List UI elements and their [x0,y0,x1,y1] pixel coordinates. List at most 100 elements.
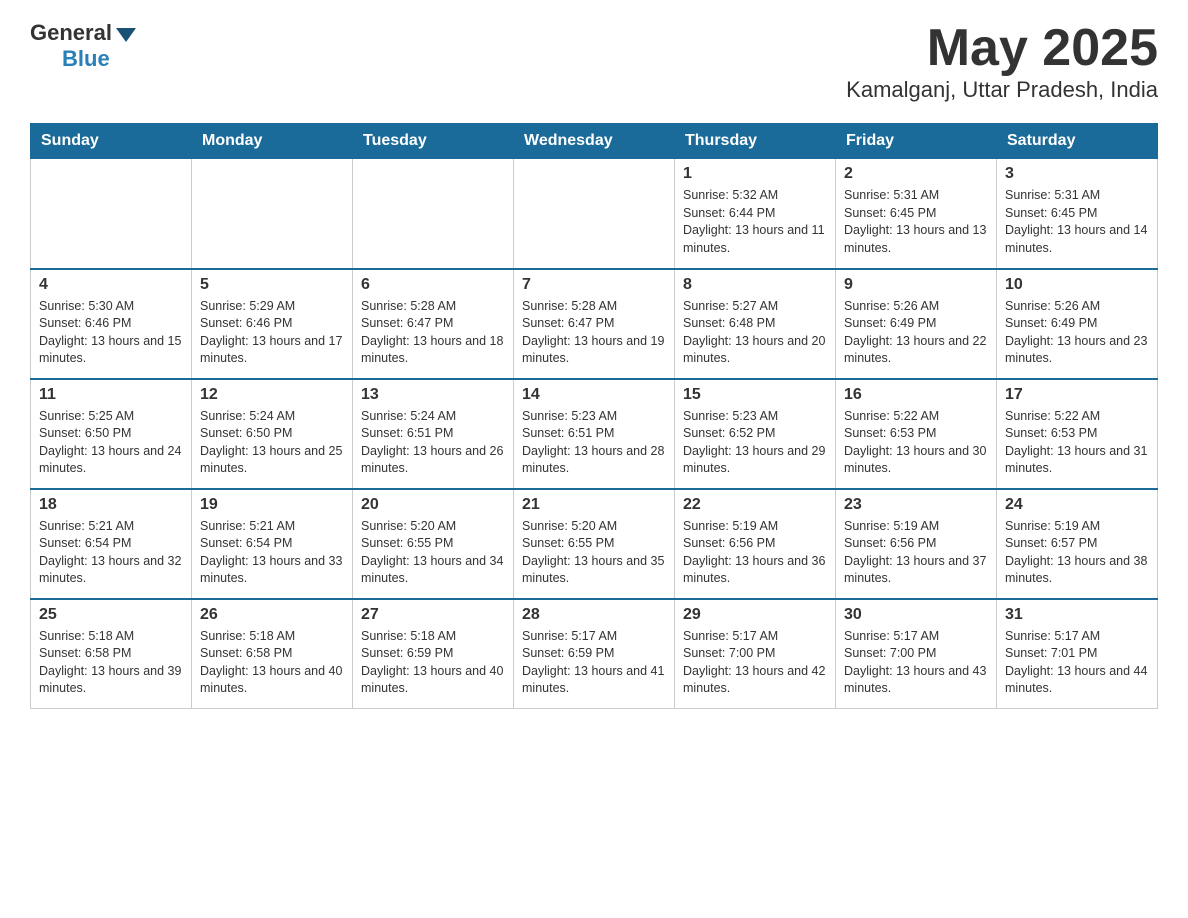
day-info: Sunrise: 5:28 AM Sunset: 6:47 PM Dayligh… [361,298,505,368]
day-number: 27 [361,606,505,624]
day-info: Sunrise: 5:20 AM Sunset: 6:55 PM Dayligh… [361,518,505,588]
calendar-week-row: 4 Sunrise: 5:30 AM Sunset: 6:46 PM Daylig… [31,269,1158,379]
day-info: Sunrise: 5:30 AM Sunset: 6:46 PM Dayligh… [39,298,183,368]
day-number: 4 [39,276,183,294]
calendar-cell: 28 Sunrise: 5:17 AM Sunset: 6:59 PM Dayli… [514,599,675,709]
calendar-cell [353,159,514,269]
calendar-cell: 4 Sunrise: 5:30 AM Sunset: 6:46 PM Daylig… [31,269,192,379]
day-number: 3 [1005,165,1149,183]
calendar-cell: 1 Sunrise: 5:32 AM Sunset: 6:44 PM Daylig… [675,159,836,269]
calendar-week-row: 18 Sunrise: 5:21 AM Sunset: 6:54 PM Dayli… [31,489,1158,599]
day-number: 6 [361,276,505,294]
day-info: Sunrise: 5:32 AM Sunset: 6:44 PM Dayligh… [683,187,827,257]
calendar-cell: 7 Sunrise: 5:28 AM Sunset: 6:47 PM Daylig… [514,269,675,379]
calendar-cell: 11Sunrise: 5:25 AM Sunset: 6:50 PM Dayli… [31,379,192,489]
day-number: 31 [1005,606,1149,624]
day-info: Sunrise: 5:24 AM Sunset: 6:50 PM Dayligh… [200,408,344,478]
day-info: Sunrise: 5:27 AM Sunset: 6:48 PM Dayligh… [683,298,827,368]
day-info: Sunrise: 5:21 AM Sunset: 6:54 PM Dayligh… [39,518,183,588]
day-number: 2 [844,165,988,183]
day-info: Sunrise: 5:17 AM Sunset: 7:00 PM Dayligh… [683,628,827,698]
day-number: 7 [522,276,666,294]
logo: General Blue [30,20,136,72]
calendar-subtitle: Kamalganj, Uttar Pradesh, India [846,77,1158,103]
calendar-cell [514,159,675,269]
calendar-header-row: SundayMondayTuesdayWednesdayThursdayFrid… [31,124,1158,159]
day-info: Sunrise: 5:19 AM Sunset: 6:56 PM Dayligh… [844,518,988,588]
day-number: 26 [200,606,344,624]
day-number: 17 [1005,386,1149,404]
calendar-header-tuesday: Tuesday [353,124,514,159]
calendar-week-row: 1 Sunrise: 5:32 AM Sunset: 6:44 PM Daylig… [31,159,1158,269]
day-number: 9 [844,276,988,294]
day-number: 20 [361,496,505,514]
day-number: 13 [361,386,505,404]
page-header: General Blue May 2025 Kamalganj, Uttar P… [30,20,1158,103]
day-number: 15 [683,386,827,404]
calendar-cell: 6 Sunrise: 5:28 AM Sunset: 6:47 PM Daylig… [353,269,514,379]
calendar-cell: 23Sunrise: 5:19 AM Sunset: 6:56 PM Dayli… [836,489,997,599]
calendar-cell: 5Sunrise: 5:29 AM Sunset: 6:46 PM Daylig… [192,269,353,379]
day-number: 25 [39,606,183,624]
day-info: Sunrise: 5:19 AM Sunset: 6:57 PM Dayligh… [1005,518,1149,588]
calendar-cell: 17 Sunrise: 5:22 AM Sunset: 6:53 PM Dayli… [997,379,1158,489]
day-info: Sunrise: 5:28 AM Sunset: 6:47 PM Dayligh… [522,298,666,368]
calendar-cell: 25 Sunrise: 5:18 AM Sunset: 6:58 PM Dayli… [31,599,192,709]
day-info: Sunrise: 5:17 AM Sunset: 6:59 PM Dayligh… [522,628,666,698]
calendar-cell: 19Sunrise: 5:21 AM Sunset: 6:54 PM Dayli… [192,489,353,599]
day-number: 16 [844,386,988,404]
calendar-cell: 30 Sunrise: 5:17 AM Sunset: 7:00 PM Dayli… [836,599,997,709]
calendar-cell: 15Sunrise: 5:23 AM Sunset: 6:52 PM Dayli… [675,379,836,489]
day-number: 8 [683,276,827,294]
day-info: Sunrise: 5:18 AM Sunset: 6:58 PM Dayligh… [200,628,344,698]
calendar-week-row: 25 Sunrise: 5:18 AM Sunset: 6:58 PM Dayli… [31,599,1158,709]
calendar-cell: 18 Sunrise: 5:21 AM Sunset: 6:54 PM Dayli… [31,489,192,599]
logo-arrow-icon [116,28,136,42]
calendar-cell: 26 Sunrise: 5:18 AM Sunset: 6:58 PM Dayli… [192,599,353,709]
day-info: Sunrise: 5:25 AM Sunset: 6:50 PM Dayligh… [39,408,183,478]
day-info: Sunrise: 5:26 AM Sunset: 6:49 PM Dayligh… [844,298,988,368]
day-info: Sunrise: 5:17 AM Sunset: 7:00 PM Dayligh… [844,628,988,698]
day-number: 14 [522,386,666,404]
day-info: Sunrise: 5:31 AM Sunset: 6:45 PM Dayligh… [844,187,988,257]
calendar-cell [192,159,353,269]
calendar-cell: 29Sunrise: 5:17 AM Sunset: 7:00 PM Dayli… [675,599,836,709]
calendar-cell: 21Sunrise: 5:20 AM Sunset: 6:55 PM Dayli… [514,489,675,599]
calendar-cell: 22 Sunrise: 5:19 AM Sunset: 6:56 PM Dayli… [675,489,836,599]
day-info: Sunrise: 5:26 AM Sunset: 6:49 PM Dayligh… [1005,298,1149,368]
day-number: 10 [1005,276,1149,294]
calendar-header-monday: Monday [192,124,353,159]
day-info: Sunrise: 5:22 AM Sunset: 6:53 PM Dayligh… [844,408,988,478]
calendar-cell: 31 Sunrise: 5:17 AM Sunset: 7:01 PM Dayli… [997,599,1158,709]
day-number: 30 [844,606,988,624]
day-info: Sunrise: 5:22 AM Sunset: 6:53 PM Dayligh… [1005,408,1149,478]
calendar-cell: 2 Sunrise: 5:31 AM Sunset: 6:45 PM Daylig… [836,159,997,269]
day-number: 19 [200,496,344,514]
calendar-header-sunday: Sunday [31,124,192,159]
day-info: Sunrise: 5:18 AM Sunset: 6:58 PM Dayligh… [39,628,183,698]
day-number: 21 [522,496,666,514]
day-info: Sunrise: 5:19 AM Sunset: 6:56 PM Dayligh… [683,518,827,588]
calendar-header-saturday: Saturday [997,124,1158,159]
calendar-header-thursday: Thursday [675,124,836,159]
calendar-cell [31,159,192,269]
calendar-title: May 2025 [846,20,1158,77]
calendar-table: SundayMondayTuesdayWednesdayThursdayFrid… [30,123,1158,709]
day-info: Sunrise: 5:31 AM Sunset: 6:45 PM Dayligh… [1005,187,1149,257]
day-info: Sunrise: 5:29 AM Sunset: 6:46 PM Dayligh… [200,298,344,368]
calendar-cell: 8 Sunrise: 5:27 AM Sunset: 6:48 PM Daylig… [675,269,836,379]
calendar-cell: 20 Sunrise: 5:20 AM Sunset: 6:55 PM Dayli… [353,489,514,599]
day-number: 18 [39,496,183,514]
day-number: 28 [522,606,666,624]
calendar-cell: 14 Sunrise: 5:23 AM Sunset: 6:51 PM Dayli… [514,379,675,489]
day-info: Sunrise: 5:17 AM Sunset: 7:01 PM Dayligh… [1005,628,1149,698]
calendar-cell: 10 Sunrise: 5:26 AM Sunset: 6:49 PM Dayli… [997,269,1158,379]
day-number: 1 [683,165,827,183]
day-info: Sunrise: 5:23 AM Sunset: 6:51 PM Dayligh… [522,408,666,478]
calendar-cell: 9 Sunrise: 5:26 AM Sunset: 6:49 PM Daylig… [836,269,997,379]
day-info: Sunrise: 5:24 AM Sunset: 6:51 PM Dayligh… [361,408,505,478]
title-section: May 2025 Kamalganj, Uttar Pradesh, India [846,20,1158,103]
logo-blue-text: Blue [62,46,110,72]
day-number: 22 [683,496,827,514]
calendar-week-row: 11Sunrise: 5:25 AM Sunset: 6:50 PM Dayli… [31,379,1158,489]
